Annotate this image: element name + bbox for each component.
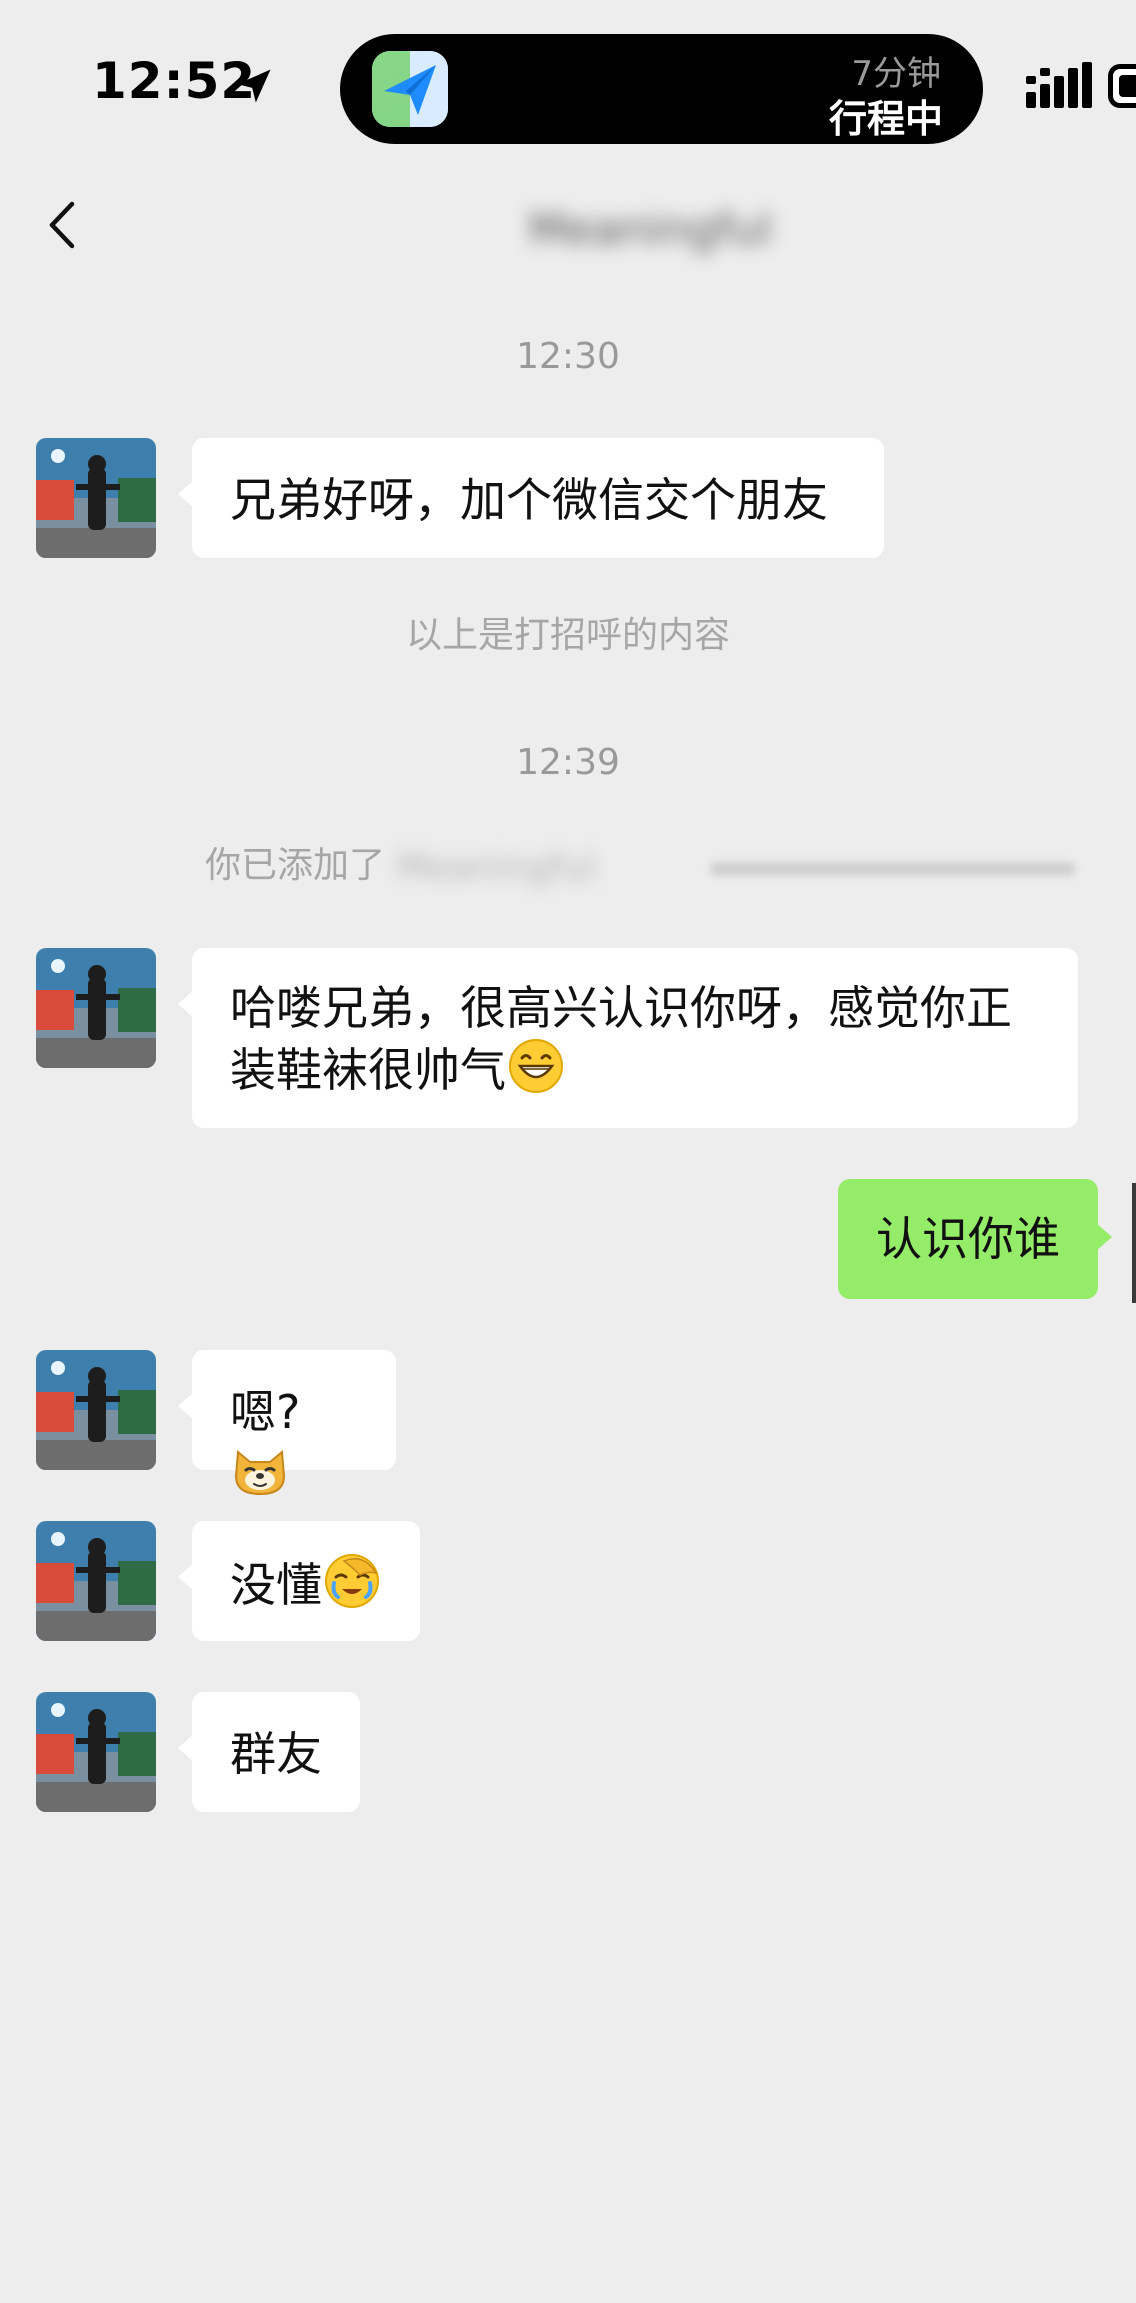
greeting-note: 以上是打招呼的内容 (405, 615, 730, 656)
paper-plane-icon (372, 51, 448, 127)
contact-avatar[interactable] (36, 1521, 156, 1641)
added-contact-note: 你已添加了 Meaningful (205, 836, 596, 888)
added-contact-name: Meaningful (396, 846, 596, 888)
contact-avatar[interactable] (36, 438, 156, 558)
message-text: 群友 (230, 1727, 322, 1781)
battery-level (1119, 75, 1136, 97)
battery-icon (1108, 64, 1136, 108)
message-text: 没懂 (230, 1558, 322, 1612)
timestamp: 12:39 (516, 742, 620, 783)
message-bubble[interactable]: 哈喽兄弟，很高兴认识你呀，感觉你正装鞋袜很帅气 (178, 948, 1078, 1128)
message-bubble[interactable]: 兄弟好呀，加个微信交个朋友 (178, 438, 884, 558)
location-arrow-icon (237, 69, 271, 103)
message-text: 认识你谁 (876, 1212, 1060, 1266)
doge-icon (234, 1450, 286, 1496)
chat-screen: 12:52 7分钟 行程中 Meaningful 12:30 兄弟好呀，加个微信… (0, 0, 1136, 2303)
back-button[interactable] (30, 190, 100, 260)
timestamp: 12:30 (516, 336, 620, 377)
my-avatar[interactable] (1132, 1183, 1136, 1303)
signal-icon (1026, 62, 1092, 108)
contact-avatar[interactable] (36, 948, 156, 1068)
my-message-bubble[interactable]: 认识你谁 (838, 1179, 1112, 1299)
message-text: 兄弟好呀，加个微信交个朋友 (230, 473, 828, 527)
message-bubble[interactable]: 嗯? (178, 1350, 396, 1496)
dynamic-island[interactable]: 7分钟 行程中 (340, 34, 983, 144)
message-bubble[interactable]: 没懂 (178, 1521, 420, 1641)
trip-state: 行程中 (828, 97, 943, 141)
grinning-face-icon (509, 1039, 563, 1093)
chat-title[interactable]: Meaningful (440, 190, 860, 270)
contact-avatar[interactable] (36, 1350, 156, 1470)
redacted-text (710, 862, 1075, 876)
added-prefix: 你已添加了 (205, 845, 386, 886)
facepalm-icon (325, 1554, 379, 1608)
contact-avatar[interactable] (36, 1692, 156, 1812)
message-bubble[interactable]: 群友 (178, 1692, 360, 1812)
message-text: 哈喽兄弟，很高兴认识你呀，感觉你正装鞋袜很帅气 (230, 981, 1012, 1097)
message-text: 嗯? (230, 1385, 301, 1439)
